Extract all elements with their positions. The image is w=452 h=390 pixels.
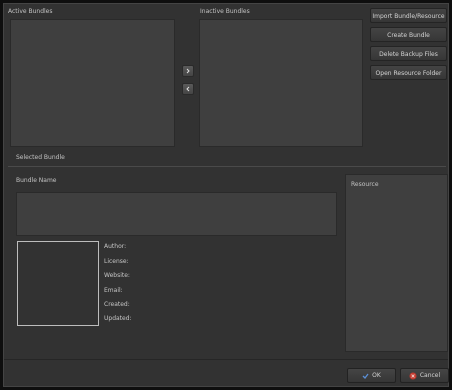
license-label: License:: [104, 258, 129, 265]
chevron-left-icon: [186, 86, 190, 92]
cancel-button-label: Cancel: [419, 372, 441, 379]
author-label: Author:: [104, 243, 127, 250]
active-bundles-list[interactable]: [10, 19, 175, 147]
cancel-button[interactable]: Cancel: [400, 368, 449, 383]
updated-label: Updated:: [104, 315, 132, 322]
active-bundles-label: Active Bundles: [8, 8, 53, 15]
bundle-name-label: Bundle Name: [16, 177, 57, 184]
bundle-name-field[interactable]: [16, 192, 337, 236]
open-resource-folder-button[interactable]: Open Resource Folder: [370, 65, 447, 80]
inactive-bundles-list[interactable]: [199, 19, 363, 147]
ok-button-label: OK: [372, 372, 381, 379]
email-label: Email:: [104, 287, 123, 294]
checkmark-icon: [362, 373, 369, 379]
manage-bundles-dialog: Active Bundles Inactive Bundles Import B…: [3, 3, 449, 387]
activate-bundle-button[interactable]: [182, 65, 194, 77]
chevron-right-icon: [186, 68, 190, 74]
ok-button[interactable]: OK: [347, 368, 396, 383]
cancel-icon: [409, 372, 417, 379]
created-label: Created:: [104, 301, 130, 308]
bundle-icon-preview: [17, 241, 99, 326]
resource-panel[interactable]: Resource: [345, 174, 448, 352]
inactive-bundles-label: Inactive Bundles: [200, 8, 250, 15]
deactivate-bundle-button[interactable]: [182, 83, 194, 95]
delete-backup-files-button[interactable]: Delete Backup Files: [370, 46, 447, 61]
import-bundle-button[interactable]: Import Bundle/Resource: [370, 8, 447, 23]
create-bundle-button[interactable]: Create Bundle: [370, 27, 447, 42]
group-divider: [8, 166, 446, 167]
footer-divider: [4, 359, 448, 360]
resource-label: Resource: [351, 181, 379, 188]
selected-bundle-label: Selected Bundle: [16, 154, 65, 161]
website-label: Website:: [104, 272, 130, 279]
